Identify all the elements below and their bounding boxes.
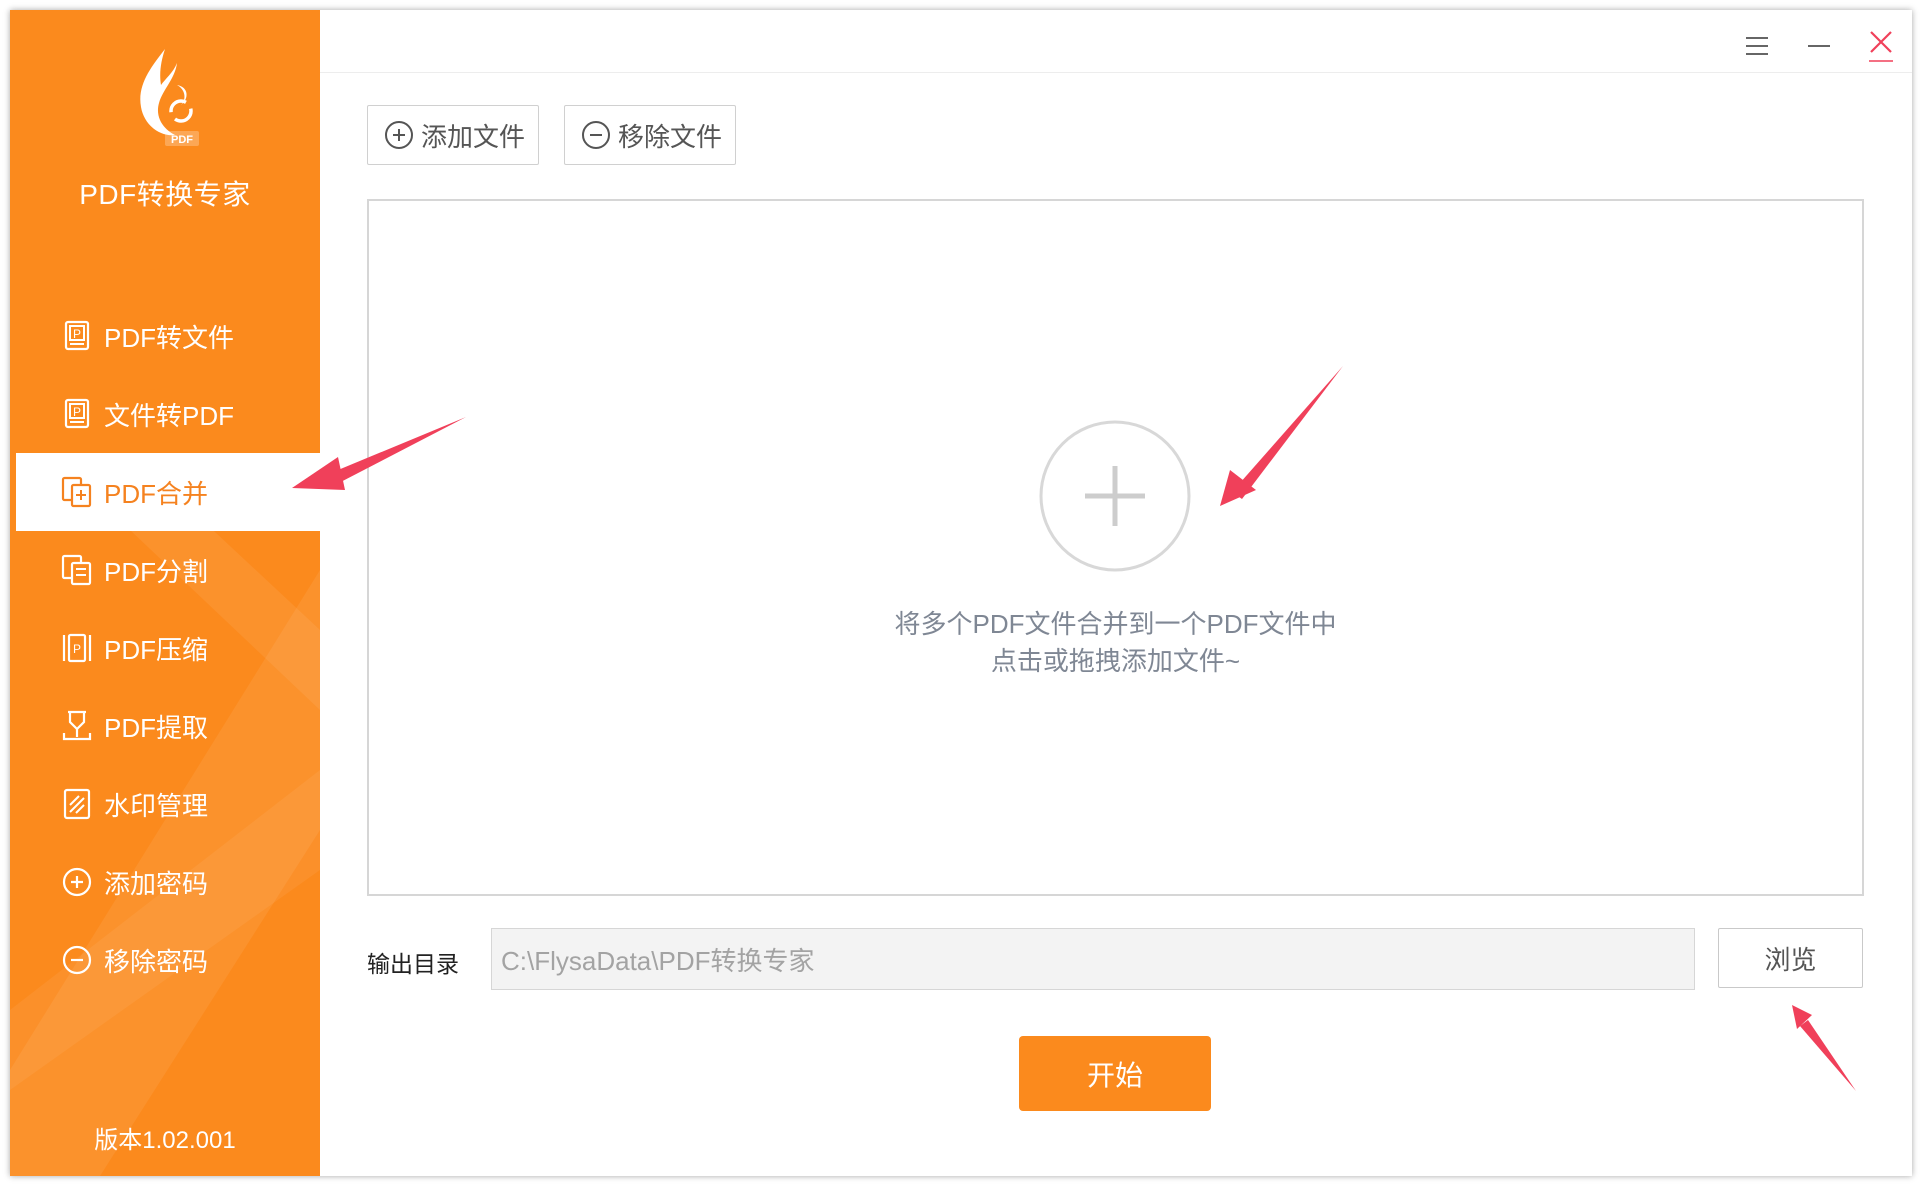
sidebar: PDF PDF转换专家 P PDF转文件 P 文件转PDF PDF合并 PDF分… <box>10 10 320 1176</box>
dropzone-hint-secondary: 点击或拖拽添加文件~ <box>990 646 1241 676</box>
sidebar-item-pdf-to-file[interactable]: P PDF转文件 <box>16 297 320 375</box>
merge-icon <box>61 476 92 508</box>
split-icon <box>61 554 92 586</box>
remove-file-label: 移除文件 <box>618 121 723 152</box>
output-path-field[interactable] <box>491 928 1695 990</box>
sidebar-item-label: PDF转文件 <box>104 322 235 353</box>
watermark-icon <box>63 788 91 820</box>
minus-circle-icon <box>582 121 610 149</box>
svg-text:P: P <box>73 405 81 419</box>
dropzone-hint-primary: 将多个PDF文件合并到一个PDF文件中 <box>894 609 1337 639</box>
sidebar-item-label: 添加密码 <box>104 868 209 899</box>
app-name: PDF转换专家 <box>79 179 251 210</box>
sidebar-item-label: 水印管理 <box>104 790 209 821</box>
app-logo: PDF <box>140 49 199 146</box>
extract-icon <box>62 710 92 741</box>
sidebar-item-watermark[interactable]: 水印管理 <box>16 765 320 843</box>
titlebar-divider <box>320 72 1912 73</box>
svg-text:P: P <box>73 642 81 656</box>
version-label: 版本1.02.001 <box>94 1127 236 1154</box>
sidebar-item-pdf-compress[interactable]: P PDF压缩 <box>16 609 320 687</box>
remove-file-button[interactable]: 移除文件 <box>564 105 736 165</box>
start-button[interactable]: 开始 <box>1019 1036 1211 1111</box>
sidebar-item-remove-password[interactable]: 移除密码 <box>16 921 320 999</box>
output-dir-label: 输出目录 <box>367 951 459 977</box>
plus-circle-icon <box>385 121 413 149</box>
remove-password-icon <box>62 945 92 975</box>
sidebar-item-label: PDF合并 <box>104 478 209 509</box>
hamburger-icon <box>1746 37 1768 55</box>
sidebar-item-label: 文件转PDF <box>104 400 235 431</box>
add-file-label: 添加文件 <box>421 121 526 152</box>
svg-text:P: P <box>73 327 81 341</box>
pdf-to-file-icon: P <box>64 320 90 351</box>
sidebar-item-label: PDF压缩 <box>104 634 209 665</box>
sidebar-item-file-to-pdf[interactable]: P 文件转PDF <box>16 375 320 453</box>
sidebar-item-label: 移除密码 <box>104 946 209 977</box>
sidebar-item-pdf-split[interactable]: PDF分割 <box>16 531 320 609</box>
sidebar-item-pdf-extract[interactable]: PDF提取 <box>16 687 320 765</box>
logo-text: PDF <box>171 134 193 146</box>
browse-button[interactable]: 浏览 <box>1718 928 1863 988</box>
add-file-button[interactable]: 添加文件 <box>367 105 539 165</box>
close-icon <box>1869 31 1893 62</box>
sidebar-item-pdf-merge[interactable]: PDF合并 <box>16 453 320 531</box>
compress-icon: P <box>62 633 92 663</box>
add-password-icon <box>62 867 92 897</box>
sidebar-nav: P PDF转文件 P 文件转PDF PDF合并 PDF分割 P PDF压缩 PD… <box>16 297 320 999</box>
sidebar-item-label: PDF分割 <box>104 556 209 587</box>
file-dropzone[interactable]: 将多个PDF文件合并到一个PDF文件中 点击或拖拽添加文件~ <box>367 199 1864 896</box>
file-to-pdf-icon: P <box>64 398 90 429</box>
sidebar-item-add-password[interactable]: 添加密码 <box>16 843 320 921</box>
sidebar-item-label: PDF提取 <box>104 712 209 743</box>
minimize-icon <box>1808 45 1830 47</box>
app-window: PDF PDF转换专家 P PDF转文件 P 文件转PDF PDF合并 PDF分… <box>10 10 1912 1176</box>
add-file-plus-icon[interactable] <box>1038 419 1192 573</box>
